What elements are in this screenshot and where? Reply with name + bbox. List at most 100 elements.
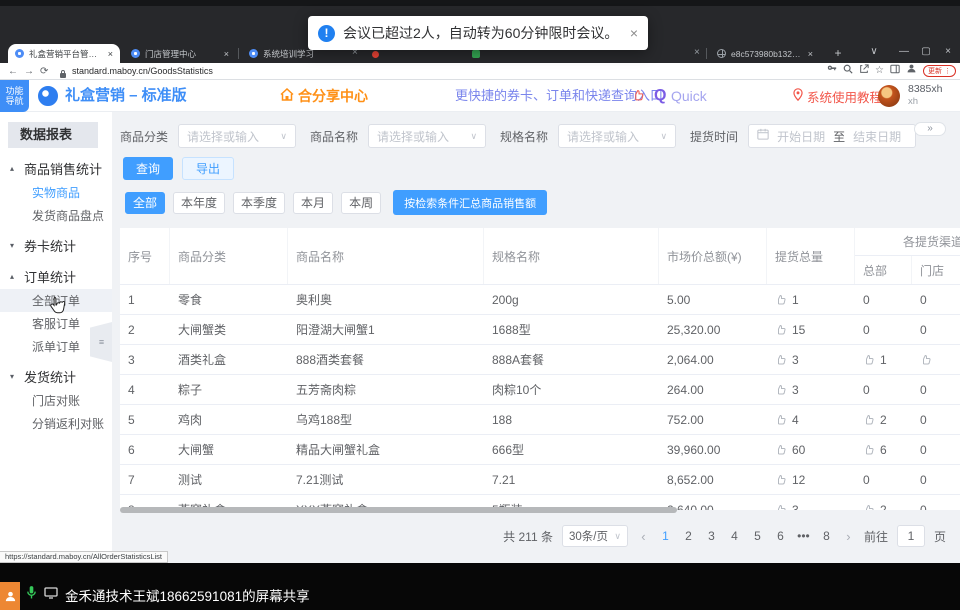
sidebar-group-订单统计[interactable]: ▴订单统计 bbox=[0, 264, 112, 289]
search-button[interactable]: 查询 bbox=[123, 157, 173, 180]
range-tab-本月[interactable]: 本月 bbox=[293, 192, 333, 214]
page-size-select[interactable]: 30条/页 ∨ bbox=[562, 525, 628, 547]
tab-favicon-icon bbox=[249, 49, 258, 58]
tab-title: 系统培训学习 bbox=[263, 48, 314, 60]
page-button-3[interactable]: 3 bbox=[705, 529, 718, 543]
table-cell: 7 bbox=[120, 465, 170, 494]
page-ellipsis: ••• bbox=[797, 529, 810, 543]
tab-title: 门店管理中心 bbox=[145, 48, 196, 60]
user-avatar[interactable] bbox=[878, 85, 900, 107]
window-close-button[interactable]: × bbox=[940, 46, 956, 57]
table-cell: 大闸蟹类 bbox=[170, 315, 288, 344]
function-nav-toggle[interactable]: 功能 导航 bbox=[0, 80, 29, 112]
thumb-icon bbox=[775, 384, 787, 396]
chevron-down-icon: ∨ bbox=[280, 131, 287, 142]
end-date-input[interactable]: 结束日期 bbox=[853, 128, 901, 145]
workspace: 数据报表 ▴商品销售统计实物商品发货商品盘点▾券卡统计▴订单统计全部订单客服订单… bbox=[0, 112, 960, 563]
browser-tab-1[interactable]: 礼盒营销平台管理中心 × bbox=[8, 44, 120, 63]
sidebar-item-门店对账[interactable]: 门店对账 bbox=[0, 389, 112, 412]
next-page-button[interactable]: › bbox=[842, 529, 855, 544]
back-button[interactable]: ← bbox=[8, 64, 18, 79]
tab-close-icon[interactable]: × bbox=[808, 49, 813, 59]
range-tab-本年度[interactable]: 本年度 bbox=[173, 192, 225, 214]
range-tab-全部[interactable]: 全部 bbox=[125, 192, 165, 214]
side-panel-icon[interactable] bbox=[890, 64, 900, 79]
tab-title: 礼盒营销平台管理中心 bbox=[29, 48, 103, 60]
column-header: 序号 bbox=[120, 228, 170, 284]
sidebar-item-实物商品[interactable]: 实物商品 bbox=[0, 181, 112, 204]
range-tab-本季度[interactable]: 本季度 bbox=[233, 192, 285, 214]
table-cell: 肉粽10个 bbox=[484, 375, 659, 404]
table-cell: 2 bbox=[855, 495, 912, 510]
tutorial-link[interactable]: 系统使用教程 bbox=[793, 80, 882, 112]
quick-search-icon[interactable]: Q bbox=[654, 80, 666, 112]
table-cell: 2,064.00 bbox=[659, 345, 767, 374]
share-center-link[interactable]: 合分享中心 bbox=[280, 80, 368, 112]
window-minimize-button[interactable]: — bbox=[896, 46, 912, 57]
address-input[interactable]: standard.maboy.cn/GoodsStatistics bbox=[72, 63, 213, 79]
chevron-down-icon: ∨ bbox=[660, 131, 667, 142]
table-cell: 4 bbox=[767, 405, 855, 434]
spec-select[interactable]: 请选择或输入 ∨ bbox=[558, 124, 676, 148]
date-range-picker[interactable]: 开始日期 至 结束日期 bbox=[748, 124, 916, 148]
sidebar-item-发货商品盘点[interactable]: 发货商品盘点 bbox=[0, 204, 112, 227]
profile-icon[interactable] bbox=[906, 63, 917, 79]
table-cell: 5 bbox=[120, 405, 170, 434]
horizontal-scrollbar-thumb[interactable] bbox=[120, 507, 677, 513]
prev-page-button[interactable]: ‹ bbox=[637, 529, 650, 544]
table-cell: 3 bbox=[120, 345, 170, 374]
table-cell: 酒类礼盒 bbox=[170, 345, 288, 374]
new-tab-button[interactable]: + bbox=[830, 46, 846, 60]
sidebar-group-发货统计[interactable]: ▾发货统计 bbox=[0, 364, 112, 389]
more-menu-icon[interactable]: ⋮ bbox=[944, 67, 951, 75]
zoom-icon[interactable] bbox=[843, 64, 853, 79]
forward-button[interactable]: → bbox=[24, 64, 34, 79]
range-tabs-holder: 全部本年度本季度本月本周 bbox=[125, 192, 381, 214]
toast-close-icon[interactable]: × bbox=[630, 25, 638, 41]
page-button-8[interactable]: 8 bbox=[820, 529, 833, 543]
table-cell: 0 bbox=[912, 285, 960, 314]
tab-favicon-icon bbox=[15, 49, 24, 58]
page-button-4[interactable]: 4 bbox=[728, 529, 741, 543]
filter-collapse-button[interactable]: » bbox=[914, 122, 946, 136]
range-tab-本周[interactable]: 本周 bbox=[341, 192, 381, 214]
chrome-update-button[interactable]: 更新 ⋮ bbox=[923, 65, 956, 77]
page-size-value: 30条/页 bbox=[569, 528, 610, 544]
reload-button[interactable]: ⟳ bbox=[40, 64, 48, 79]
column-header: 商品名称 bbox=[288, 228, 484, 284]
page-button-2[interactable]: 2 bbox=[682, 529, 695, 543]
status-link-bubble: https://standard.maboy.cn/AllOrderStatis… bbox=[0, 551, 168, 563]
browser-tab-4[interactable]: e8c573980b1328a258fd2e61 × bbox=[710, 44, 820, 63]
thumb-icon bbox=[863, 414, 875, 426]
summary-by-filter-button[interactable]: 按检索条件汇总商品销售额 bbox=[393, 190, 547, 215]
window-maximize-button[interactable]: ▢ bbox=[918, 46, 934, 57]
table-cell: 零食 bbox=[170, 285, 288, 314]
table-row: 4粽子五芳斋肉粽肉粽10个264.00300 bbox=[120, 375, 960, 405]
table-cell: 1 bbox=[855, 345, 912, 374]
page-button-1[interactable]: 1 bbox=[659, 529, 672, 543]
sidebar-group-商品销售统计[interactable]: ▴商品销售统计 bbox=[0, 156, 112, 181]
table-cell: 五芳斋肉粽 bbox=[288, 375, 484, 404]
quick-label[interactable]: Quick bbox=[671, 80, 707, 112]
key-icon[interactable] bbox=[827, 64, 837, 79]
category-select[interactable]: 请选择或输入 ∨ bbox=[178, 124, 296, 148]
start-date-input[interactable]: 开始日期 bbox=[777, 128, 825, 145]
share-icon[interactable] bbox=[859, 64, 869, 79]
hidden-tab-close-icon[interactable]: × bbox=[694, 47, 700, 58]
sidebar-collapse-handle[interactable]: ≡ bbox=[90, 322, 112, 362]
window-menu-icon[interactable]: ∨ bbox=[866, 46, 882, 57]
goods-name-select[interactable]: 请选择或输入 ∨ bbox=[368, 124, 486, 148]
bookmark-star-icon[interactable]: ☆ bbox=[875, 64, 884, 78]
page-button-5[interactable]: 5 bbox=[751, 529, 764, 543]
table-cell: 752.00 bbox=[659, 405, 767, 434]
browser-tab-2[interactable]: 门店管理中心 × bbox=[124, 44, 236, 63]
export-button[interactable]: 导出 bbox=[182, 157, 234, 180]
page-jump-input[interactable] bbox=[897, 525, 925, 547]
page-button-6[interactable]: 6 bbox=[774, 529, 787, 543]
user-name: 8385xh bbox=[908, 83, 942, 96]
sidebar-group-券卡统计[interactable]: ▾券卡统计 bbox=[0, 233, 112, 258]
tab-close-icon[interactable]: × bbox=[224, 49, 229, 59]
tab-close-icon[interactable]: × bbox=[108, 49, 113, 59]
sidebar-item-分销返利对账[interactable]: 分销返利对账 bbox=[0, 412, 112, 435]
screen-share-bar: 金禾通技术王斌18662591081的屏幕共享 bbox=[0, 563, 960, 610]
